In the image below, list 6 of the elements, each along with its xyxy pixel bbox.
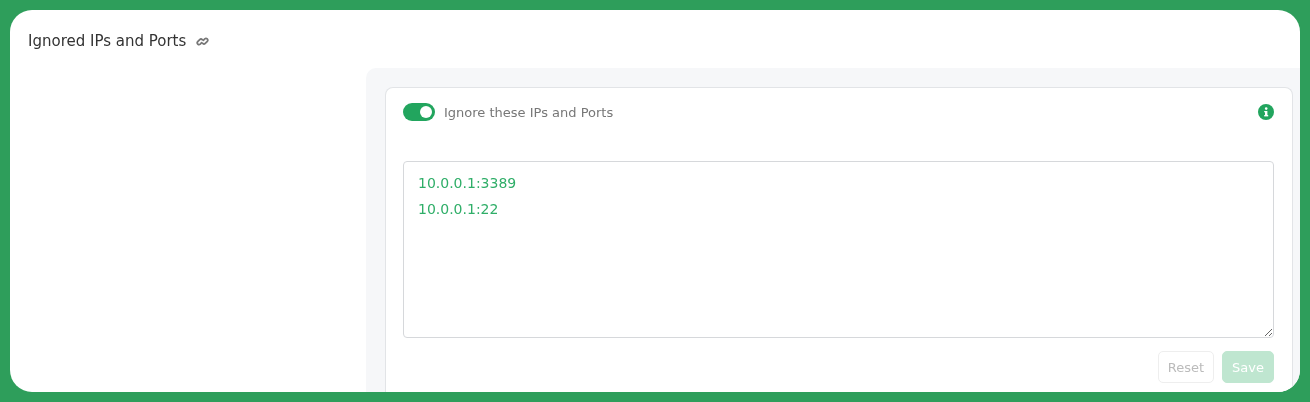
toggle-switch[interactable] <box>403 103 435 121</box>
link-icon[interactable] <box>196 34 210 48</box>
ip-list-field[interactable]: 10.0.0.1:3389 10.0.0.1:22 <box>403 161 1274 338</box>
toggle-label: Ignore these IPs and Ports <box>444 104 615 120</box>
section-title: Ignored IPs and Ports <box>28 32 187 50</box>
info-icon[interactable] <box>1258 104 1274 120</box>
